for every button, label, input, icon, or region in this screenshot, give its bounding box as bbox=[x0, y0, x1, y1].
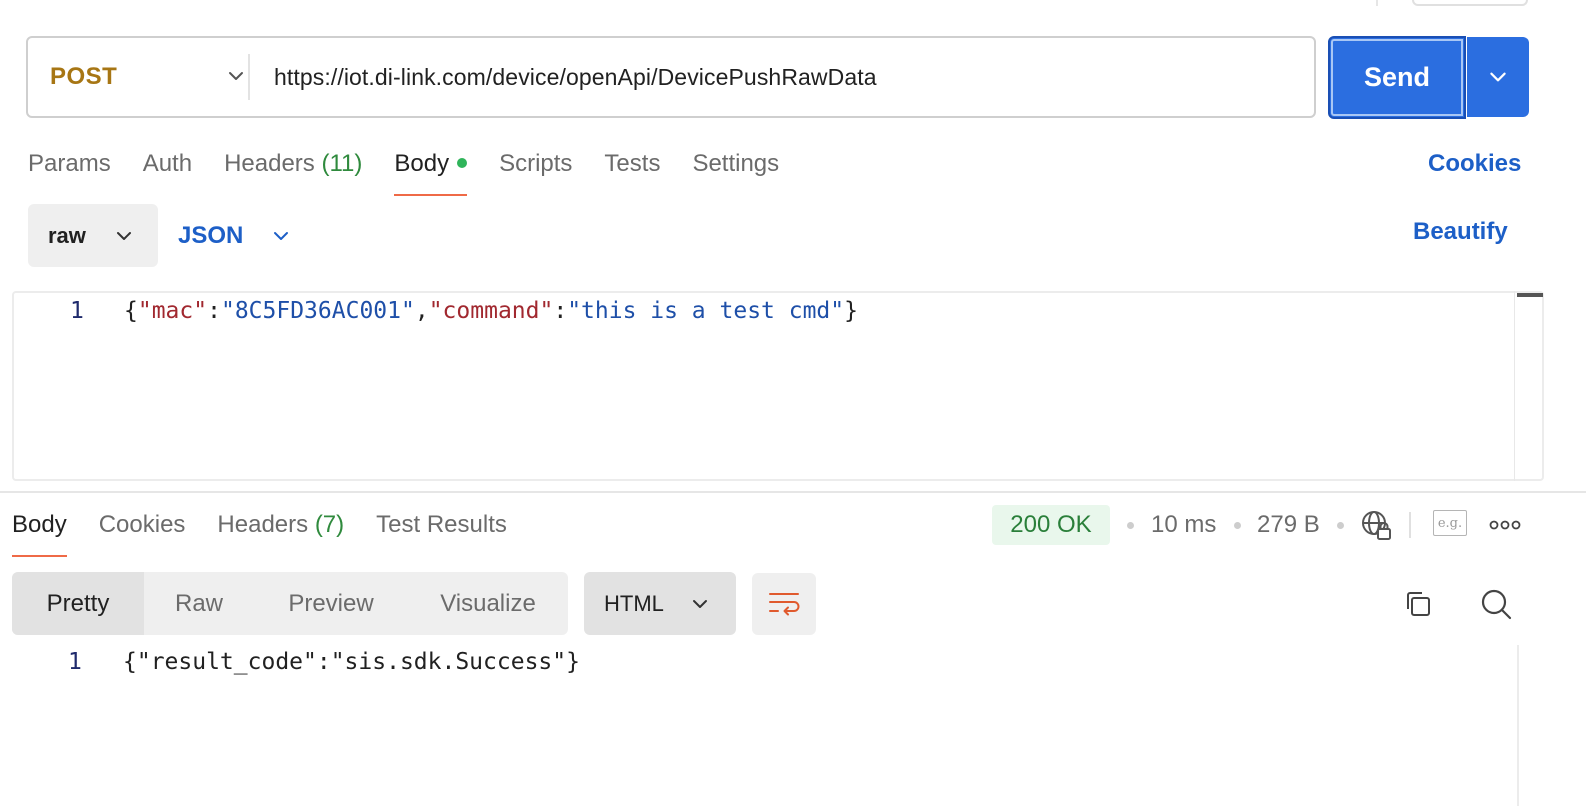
toolbar-divider bbox=[1376, 0, 1378, 6]
response-headers-count: (7) bbox=[314, 511, 345, 538]
separator-dot bbox=[1127, 522, 1134, 529]
pane-divider[interactable] bbox=[0, 491, 1586, 493]
response-line-number: 1 bbox=[68, 649, 82, 675]
method-select[interactable]: POST bbox=[28, 38, 248, 116]
scrollbar-thumb[interactable] bbox=[1517, 293, 1543, 297]
request-tabs: Params Auth Headers (11) Body Scripts Te… bbox=[28, 146, 811, 196]
body-modified-dot bbox=[457, 157, 468, 168]
search-icon[interactable] bbox=[1478, 586, 1514, 622]
url-divider bbox=[248, 54, 250, 100]
response-view-switcher: Pretty Raw Preview Visualize bbox=[12, 572, 568, 635]
status-badge[interactable]: 200 OK bbox=[992, 505, 1110, 545]
chevron-down-icon bbox=[117, 232, 131, 240]
tab-auth[interactable]: Auth bbox=[143, 146, 192, 196]
network-lock-icon[interactable] bbox=[1358, 508, 1394, 542]
send-options-button[interactable] bbox=[1467, 37, 1529, 117]
tab-tests[interactable]: Tests bbox=[604, 146, 660, 196]
response-size[interactable]: 279 B bbox=[1257, 510, 1320, 540]
toolbar-button-partial[interactable] bbox=[1412, 0, 1528, 6]
response-format-label: HTML bbox=[604, 590, 664, 616]
view-visualize-button[interactable]: Visualize bbox=[408, 572, 568, 635]
response-time[interactable]: 10 ms bbox=[1151, 510, 1216, 540]
request-url-bar: POST https://iot.di-link.com/device/open… bbox=[26, 36, 1316, 118]
tab-response-body[interactable]: Body bbox=[12, 507, 67, 557]
tab-response-headers[interactable]: Headers (7) bbox=[217, 507, 344, 557]
send-button[interactable]: Send bbox=[1328, 36, 1466, 119]
cookies-link[interactable]: Cookies bbox=[1428, 146, 1521, 182]
body-language-label: JSON bbox=[178, 221, 244, 249]
chevron-down-icon bbox=[229, 72, 243, 80]
chevron-down-icon bbox=[693, 600, 707, 608]
beautify-link[interactable]: Beautify bbox=[1413, 218, 1508, 246]
editor-scrollbar[interactable] bbox=[1514, 291, 1544, 481]
chevron-down-icon bbox=[274, 231, 289, 240]
response-format-select[interactable]: HTML bbox=[584, 572, 736, 635]
response-tabs: Body Cookies Headers (7) Test Results bbox=[12, 507, 539, 557]
line-number: 1 bbox=[70, 298, 84, 324]
view-raw-button[interactable]: Raw bbox=[144, 572, 254, 635]
tab-scripts[interactable]: Scripts bbox=[499, 146, 572, 196]
response-body-code[interactable]: {"result_code":"sis.sdk.Success"} bbox=[123, 649, 580, 675]
save-example-icon[interactable]: e.g. bbox=[1433, 510, 1467, 536]
request-body-code[interactable]: {"mac":"8C5FD36AC001","command":"this is… bbox=[124, 298, 858, 324]
tab-response-cookies[interactable]: Cookies bbox=[99, 507, 186, 557]
response-scrollbar[interactable] bbox=[1517, 645, 1519, 806]
word-wrap-button[interactable] bbox=[752, 573, 816, 635]
body-mode-label: raw bbox=[48, 222, 86, 248]
url-input[interactable]: https://iot.di-link.com/device/openApi/D… bbox=[274, 64, 877, 91]
copy-icon[interactable] bbox=[1400, 586, 1436, 622]
word-wrap-icon bbox=[769, 593, 800, 616]
more-options-icon[interactable] bbox=[1488, 512, 1522, 538]
separator-dot bbox=[1234, 522, 1241, 529]
tab-settings[interactable]: Settings bbox=[692, 146, 779, 196]
body-language-select[interactable]: JSON bbox=[178, 204, 291, 267]
tab-body[interactable]: Body bbox=[394, 146, 468, 196]
separator-dot bbox=[1337, 522, 1344, 529]
view-pretty-button[interactable]: Pretty bbox=[12, 572, 144, 635]
chevron-down-icon bbox=[1490, 72, 1506, 82]
body-mode-select[interactable]: raw bbox=[28, 204, 158, 267]
tab-test-results[interactable]: Test Results bbox=[376, 507, 507, 557]
headers-count: (11) bbox=[321, 150, 363, 177]
tab-params[interactable]: Params bbox=[28, 146, 111, 196]
tab-headers[interactable]: Headers (11) bbox=[224, 146, 362, 196]
meta-divider bbox=[1409, 512, 1411, 538]
method-label: POST bbox=[50, 63, 118, 90]
view-preview-button[interactable]: Preview bbox=[254, 572, 408, 635]
